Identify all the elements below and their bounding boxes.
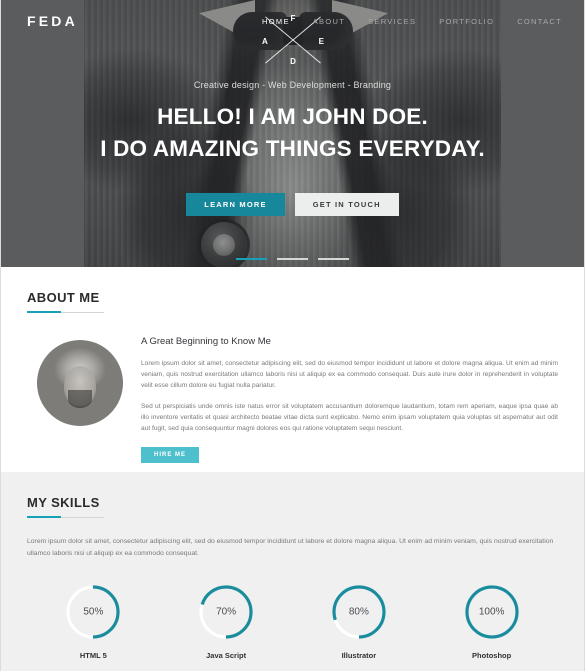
nav-item-services[interactable]: SERVICES <box>368 17 416 26</box>
hero-subtitle: Creative design - Web Development - Bran… <box>193 80 392 90</box>
skill-name-label: HTML 5 <box>79 651 107 660</box>
skill-ring-1: 70% <box>198 584 254 640</box>
about-paragraph-2: Sed ut perspiciatis unde omnis iste natu… <box>141 402 558 433</box>
hero-title-line-2: I DO AMAZING THINGS EVERYDAY. <box>100 136 485 161</box>
skill-item: 80% Illustrator <box>293 584 426 660</box>
about-paragraph-1: Lorem ipsum dolor sit amet, consectetur … <box>141 360 558 390</box>
hero-section: FEDA HOME ABOUT SERVICES PORTFOLIO CONTA… <box>1 0 584 267</box>
skill-ring-0: 50% <box>65 584 121 640</box>
slider-dash-1[interactable] <box>236 258 267 260</box>
skills-paragraph: Lorem ipsum dolor sit amet, consectetur … <box>27 538 554 557</box>
skill-item: 100% Photoshop <box>425 584 558 660</box>
page-root: FEDA HOME ABOUT SERVICES PORTFOLIO CONTA… <box>0 0 585 671</box>
skill-name-label: Illustrator <box>341 651 377 660</box>
hero-title-line-1: HELLO! I AM JOHN DOE. <box>157 104 428 129</box>
skill-percent-label: 50% <box>83 606 104 618</box>
skill-ring-2: 80% <box>331 584 387 640</box>
get-in-touch-button[interactable]: GET IN TOUCH <box>294 193 399 216</box>
nav-item-contact[interactable]: CONTACT <box>517 17 562 26</box>
skill-name-label: Photoshop <box>472 651 512 660</box>
skills-section: MY SKILLS Lorem ipsum dolor sit amet, co… <box>1 472 584 671</box>
skill-item: 50% HTML 5 <box>27 584 160 660</box>
nav-item-portfolio[interactable]: PORTFOLIO <box>439 17 494 26</box>
avatar <box>37 340 123 426</box>
nav-item-about[interactable]: ABOUT <box>313 17 345 26</box>
skill-item: 70% Java Script <box>160 584 293 660</box>
learn-more-button[interactable]: LEARN MORE <box>186 193 285 216</box>
nav-links: HOME ABOUT SERVICES PORTFOLIO CONTACT <box>262 17 562 26</box>
slider-dash-3[interactable] <box>318 258 349 260</box>
nav-item-home[interactable]: HOME <box>262 17 290 26</box>
skill-percent-label: 80% <box>348 606 369 618</box>
skill-percent-label: 100% <box>478 606 505 618</box>
monogram-letter-bottom: D <box>290 57 296 66</box>
skill-percent-label: 70% <box>216 606 237 618</box>
skill-name-label: Java Script <box>206 651 247 660</box>
about-section: ABOUT ME A Great Beginning to Know Me Lo… <box>1 267 584 472</box>
hire-me-button[interactable]: HIRE ME <box>141 447 200 464</box>
hero-button-group: LEARN MORE GET IN TOUCH <box>1 193 584 216</box>
skills-chart-row: 50% HTML 5 70% Java Script 80% Illustrat… <box>27 584 558 660</box>
skills-section-title: MY SKILLS <box>27 495 104 518</box>
about-body: A Great Beginning to Know Me Lorem ipsum… <box>27 336 558 464</box>
about-text-block: A Great Beginning to Know Me Lorem ipsum… <box>141 336 558 464</box>
avatar-beard <box>68 390 92 408</box>
hero-content: Creative design - Web Development - Bran… <box>1 80 584 165</box>
main-navigation: FEDA HOME ABOUT SERVICES PORTFOLIO CONTA… <box>1 0 584 42</box>
site-logo[interactable]: FEDA <box>27 13 78 29</box>
about-section-title: ABOUT ME <box>27 290 104 313</box>
about-heading: A Great Beginning to Know Me <box>141 336 271 347</box>
skill-ring-3: 100% <box>464 584 520 640</box>
slider-pagination <box>1 258 584 260</box>
slider-dash-2[interactable] <box>277 258 308 260</box>
